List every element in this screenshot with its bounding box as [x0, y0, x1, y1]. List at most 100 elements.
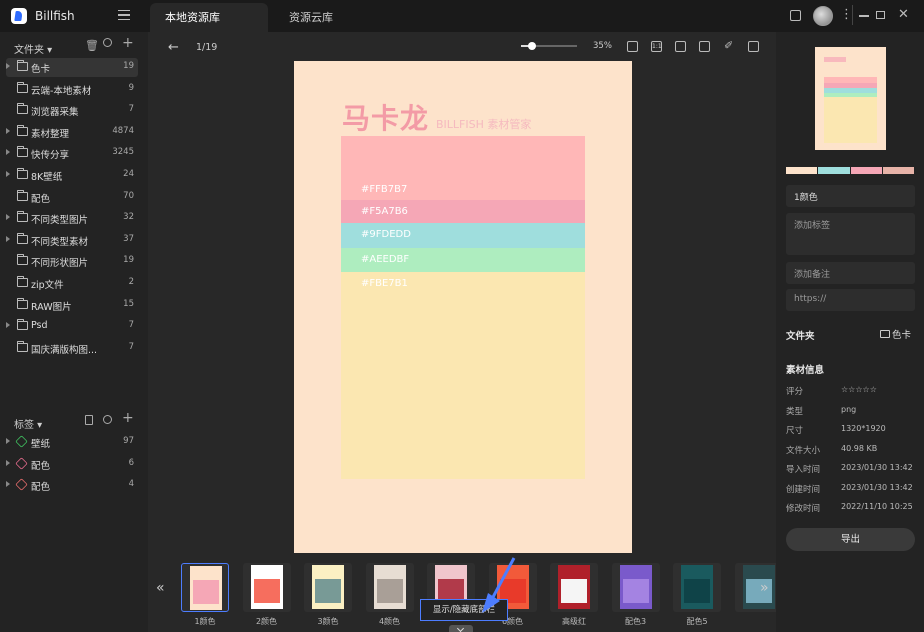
rotate-icon[interactable]	[675, 41, 686, 52]
compare-icon[interactable]	[699, 41, 710, 52]
filename-field[interactable]: 1颜色	[786, 185, 915, 207]
thumbnail[interactable]	[304, 563, 352, 612]
thumbnail[interactable]	[611, 563, 660, 612]
fit-screen-icon[interactable]	[627, 41, 638, 52]
palette-swatch[interactable]	[786, 167, 818, 174]
zoom-level: 35%	[593, 41, 612, 51]
color-picker-icon[interactable]: ✐	[724, 39, 735, 52]
folder-count: 19	[123, 255, 134, 266]
folder-count: 7	[128, 341, 134, 352]
color-band: #9FDEDD	[341, 223, 585, 248]
tab-cloud-library[interactable]: 资源云库	[274, 3, 374, 32]
thumbnail-image	[190, 566, 222, 610]
url-field[interactable]: https://	[786, 289, 915, 311]
bookmark-icon[interactable]	[85, 415, 93, 425]
sidebar-folder-item[interactable]: 浏览器采集 7	[6, 101, 138, 120]
minimize-icon[interactable]	[859, 15, 869, 17]
sidebar-tag-item[interactable]: 配色 6	[6, 455, 138, 474]
sidebar-folder-item[interactable]: 快传分享 3245	[6, 144, 138, 163]
folder-label: 不同形状图片	[31, 258, 89, 270]
hamburger-menu-icon[interactable]	[118, 10, 130, 20]
screenshot-icon[interactable]	[748, 41, 759, 52]
thumbnail[interactable]	[673, 563, 721, 612]
maximize-icon[interactable]	[876, 11, 885, 19]
toggle-bottom-bar-button[interactable]	[449, 625, 473, 632]
expand-arrow-icon[interactable]	[6, 438, 10, 444]
compass-icon	[17, 103, 28, 115]
search-icon[interactable]	[103, 38, 112, 47]
expand-arrow-icon[interactable]	[6, 171, 10, 177]
cloud-folder-icon	[17, 81, 28, 93]
thumbnail-image	[250, 565, 283, 609]
palette-swatch[interactable]	[818, 167, 850, 174]
folder-icon	[17, 276, 28, 287]
zoom-slider-handle[interactable]	[528, 42, 537, 50]
expand-arrow-icon[interactable]	[6, 63, 10, 69]
folders-section-title[interactable]: 文件夹 ▾	[14, 41, 52, 56]
expand-arrow-icon[interactable]	[6, 322, 10, 329]
info-value: 2023/01/30 13:42	[841, 482, 913, 492]
tag-icon	[15, 478, 28, 491]
sidebar-folder-item[interactable]: 不同形状图片 19	[6, 252, 138, 271]
sidebar-folder-item[interactable]: 素材整理 4874	[6, 123, 138, 142]
sidebar-folder-item[interactable]: RAW图片 15	[6, 296, 138, 315]
note-field[interactable]: 添加备注	[786, 262, 915, 284]
tags-field[interactable]: 添加标签	[786, 213, 915, 255]
close-icon[interactable]: ✕	[898, 7, 909, 22]
add-tag-icon[interactable]: +	[122, 410, 134, 426]
info-label: 文件大小	[786, 445, 821, 456]
sidebar-folder-item[interactable]: zip文件 2	[6, 274, 138, 293]
thumbnail[interactable]	[181, 563, 229, 612]
expand-arrow-icon[interactable]	[6, 214, 10, 221]
sidebar-folder-item[interactable]: 国庆满版构图... 7	[6, 339, 138, 358]
export-button[interactable]: 导出	[786, 528, 915, 551]
next-page-icon[interactable]: »	[760, 580, 769, 596]
folder-icon	[17, 60, 28, 71]
folder-value[interactable]: 色卡	[880, 327, 911, 341]
thumbnail[interactable]	[242, 563, 291, 612]
folder-count: 32	[123, 212, 134, 223]
tags-section-title[interactable]: 标签 ▾	[14, 416, 42, 431]
tag-search-icon[interactable]	[103, 415, 112, 424]
thumbnail-label: 配色5	[686, 617, 708, 626]
thumbnail[interactable]	[550, 563, 598, 612]
tab-local-library[interactable]: 本地资源库	[150, 3, 268, 32]
expand-arrow-icon[interactable]	[6, 459, 10, 466]
rating-stars[interactable]: ☆☆☆☆☆	[841, 385, 877, 394]
add-folder-icon[interactable]: +	[122, 35, 134, 51]
info-label: 修改时间	[786, 504, 821, 514]
sidebar-toggle-icon[interactable]	[790, 10, 801, 21]
inspector-thumbnail	[815, 47, 886, 150]
zoom-slider[interactable]	[521, 42, 577, 50]
trash-icon[interactable]: 🗑	[85, 39, 99, 52]
sidebar-folder-item[interactable]: 不同类型素材 37	[6, 231, 138, 250]
sidebar-folder-item[interactable]: 配色 70	[6, 188, 138, 207]
image-viewer: ← 1/19 35% 1:1 ✐ 马卡龙 BILLFISH 素材管家 #FFB7…	[148, 32, 783, 632]
folder-label: Psd	[31, 320, 48, 332]
folder-count: 24	[123, 169, 134, 179]
color-band: #FFB7B7	[341, 136, 585, 200]
sidebar-folder-item[interactable]: Psd 7	[6, 317, 138, 336]
thumbnail-label: 3颜色	[317, 617, 339, 626]
palette-swatch[interactable]	[882, 167, 914, 174]
sidebar-tag-item[interactable]: 壁纸 97	[6, 433, 138, 452]
expand-arrow-icon[interactable]	[6, 127, 10, 134]
palette-swatch[interactable]	[850, 167, 882, 174]
sidebar-folder-item[interactable]: 不同类型图片 32	[6, 209, 138, 228]
expand-arrow-icon[interactable]	[6, 481, 10, 488]
previous-page-icon[interactable]: «	[156, 580, 165, 596]
folder-icon	[17, 211, 28, 223]
sidebar-folder-item[interactable]: 8K壁纸 24	[6, 166, 138, 185]
sidebar-folder-item[interactable]: 色卡 19	[6, 58, 138, 77]
expand-arrow-icon[interactable]	[6, 149, 10, 156]
expand-arrow-icon[interactable]	[6, 235, 10, 242]
inspector-panel: 1颜色 添加标签 添加备注 https:// 文件夹 色卡 素材信息 评分 ☆☆☆…	[776, 32, 924, 632]
user-avatar[interactable]	[813, 6, 833, 26]
thumbnail[interactable]	[365, 563, 414, 612]
sidebar-tag-item[interactable]: 配色 4	[6, 476, 138, 495]
tag-count: 97	[123, 436, 134, 446]
thumbnail-label: 2颜色	[255, 617, 278, 626]
back-arrow-icon[interactable]: ←	[168, 40, 179, 55]
sidebar-folder-item[interactable]: 云端-本地素材 9	[6, 80, 138, 99]
actual-size-icon[interactable]: 1:1	[651, 41, 662, 52]
